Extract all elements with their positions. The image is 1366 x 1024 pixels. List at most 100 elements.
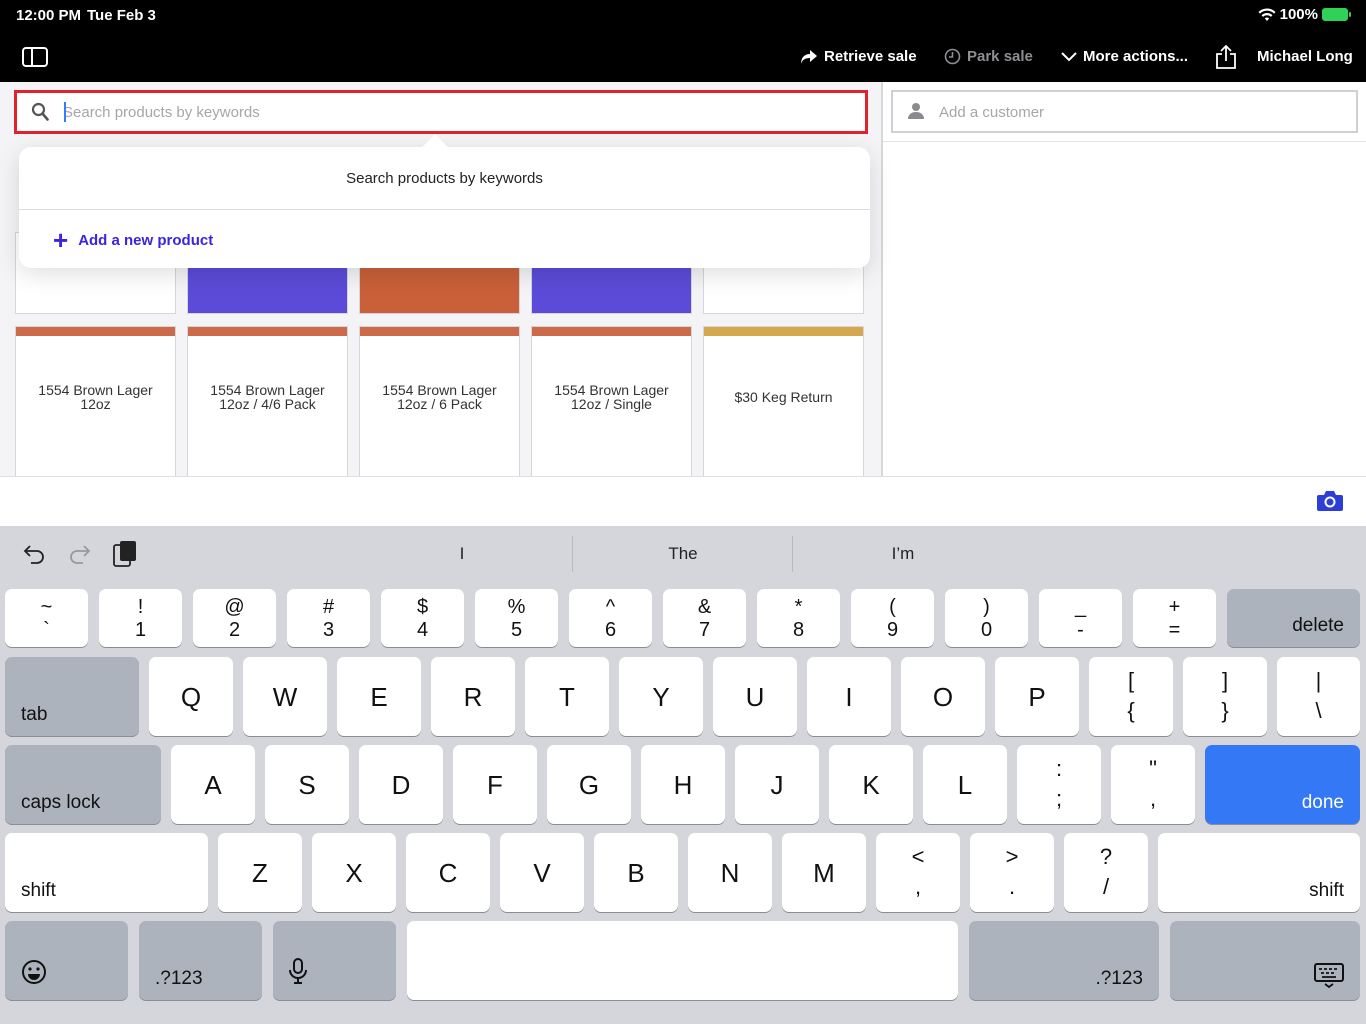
done-label: done bbox=[1301, 792, 1344, 813]
tab-key[interactable]: tab bbox=[5, 657, 139, 736]
key[interactable]: #3 bbox=[287, 589, 370, 647]
share-button[interactable] bbox=[1215, 44, 1237, 70]
key-b[interactable]: B bbox=[594, 833, 678, 912]
key-slash[interactable]: ? / bbox=[1064, 833, 1148, 912]
key-s[interactable]: S bbox=[265, 745, 349, 824]
key-o[interactable]: O bbox=[901, 657, 985, 736]
key-l[interactable]: L bbox=[923, 745, 1007, 824]
shift-right-key[interactable]: shift bbox=[1158, 833, 1360, 912]
key-shift-char: _ bbox=[1074, 596, 1087, 618]
product-tile[interactable]: 1554 Brown Lager 12oz / Single bbox=[531, 326, 692, 476]
key-char: 2 bbox=[228, 619, 241, 641]
delete-key[interactable]: delete bbox=[1227, 589, 1360, 647]
caps-lock-key[interactable]: caps lock bbox=[5, 745, 161, 824]
search-box[interactable] bbox=[14, 90, 868, 134]
undo-icon[interactable] bbox=[22, 540, 48, 566]
key[interactable]: * 8 bbox=[757, 589, 840, 647]
key-char: 6 bbox=[604, 619, 617, 641]
key-comma[interactable]: <, bbox=[876, 833, 960, 912]
key-i[interactable]: I bbox=[807, 657, 891, 736]
more-actions-button[interactable]: More actions... bbox=[1061, 48, 1188, 65]
key[interactable]: $4 bbox=[381, 589, 464, 647]
key-v[interactable]: V bbox=[500, 833, 584, 912]
key-bracket[interactable]: [{ bbox=[1089, 657, 1173, 736]
share-icon bbox=[1216, 44, 1236, 69]
key-backslash[interactable]: | \ bbox=[1277, 657, 1360, 736]
product-tile[interactable]: 1554 Brown Lager 12oz / 6 Pack bbox=[359, 326, 520, 476]
key-shift-char: ( bbox=[889, 596, 896, 618]
key-d[interactable]: D bbox=[359, 745, 443, 824]
key[interactable]: ) 0 bbox=[945, 589, 1028, 647]
key[interactable]: _ - bbox=[1039, 589, 1122, 647]
key-f[interactable]: F bbox=[453, 745, 537, 824]
key-g[interactable]: G bbox=[547, 745, 631, 824]
key-semicolon[interactable]: :; bbox=[1017, 745, 1101, 824]
camera-icon[interactable] bbox=[1316, 489, 1344, 513]
key-r[interactable]: R bbox=[431, 657, 515, 736]
park-sale-button[interactable]: Park sale bbox=[944, 48, 1033, 65]
product-tile[interactable]: $30 Keg Return bbox=[703, 326, 864, 476]
key-char: 3 bbox=[322, 619, 335, 641]
divider bbox=[883, 141, 1366, 142]
key[interactable]: % 5 bbox=[475, 589, 558, 647]
key-e[interactable]: E bbox=[337, 657, 421, 736]
key-k[interactable]: K bbox=[829, 745, 913, 824]
key-x[interactable]: X bbox=[312, 833, 396, 912]
key-z[interactable]: Z bbox=[218, 833, 302, 912]
key-bracket[interactable]: ]} bbox=[1183, 657, 1267, 736]
key-h[interactable]: H bbox=[641, 745, 725, 824]
redo-icon[interactable] bbox=[66, 540, 92, 566]
prediction-2[interactable]: The bbox=[573, 544, 793, 564]
key-char: K bbox=[862, 770, 880, 800]
numbers-key[interactable]: .?123 bbox=[139, 921, 262, 1000]
customer-box[interactable] bbox=[891, 90, 1358, 133]
emoji-key[interactable] bbox=[5, 921, 128, 1000]
product-name: 1554 Brown Lager 12oz / 6 Pack bbox=[382, 382, 497, 412]
paste-icon[interactable] bbox=[112, 540, 138, 568]
key[interactable]: (9 bbox=[851, 589, 934, 647]
key-y[interactable]: Y bbox=[619, 657, 703, 736]
key-j[interactable]: J bbox=[735, 745, 819, 824]
customer-input[interactable] bbox=[939, 101, 1319, 123]
key-m[interactable]: M bbox=[782, 833, 866, 912]
key[interactable]: ! 1 bbox=[99, 589, 182, 647]
key[interactable]: & 7 bbox=[663, 589, 746, 647]
key-char: 0 bbox=[980, 619, 993, 641]
shift-left-key[interactable]: shift bbox=[5, 833, 208, 912]
key[interactable]: ~ ` bbox=[5, 589, 88, 647]
user-menu[interactable]: Michael Long bbox=[1257, 48, 1353, 65]
key-char: - bbox=[1077, 619, 1084, 641]
sidebar-toggle-icon[interactable] bbox=[22, 47, 48, 67]
space-key[interactable] bbox=[407, 921, 958, 1000]
dismiss-keyboard-key[interactable] bbox=[1170, 921, 1360, 1000]
dictation-key[interactable] bbox=[273, 921, 396, 1000]
emoji-icon bbox=[22, 960, 46, 984]
numbers-key-right[interactable]: .?123 bbox=[969, 921, 1159, 1000]
key-p[interactable]: P bbox=[995, 657, 1079, 736]
search-input[interactable] bbox=[63, 99, 843, 125]
done-key[interactable]: done bbox=[1205, 745, 1360, 824]
key-quote[interactable]: ", bbox=[1111, 745, 1195, 824]
key-u[interactable]: U bbox=[713, 657, 797, 736]
onscreen-keyboard: I The I’m ~ ` ! 1 @2 #3 $4 % 5 ^ 6 & 7 * 8 (9 … bbox=[0, 526, 1366, 1024]
product-tile[interactable]: 1554 Brown Lager 12oz / 4/6 Pack bbox=[187, 326, 348, 476]
key-w[interactable]: W bbox=[243, 657, 327, 736]
battery-icon bbox=[1322, 8, 1351, 21]
key-n[interactable]: N bbox=[688, 833, 772, 912]
product-tile[interactable]: 1554 Brown Lager 12oz bbox=[15, 326, 176, 476]
key-c[interactable]: C bbox=[406, 833, 490, 912]
key-char: H bbox=[673, 770, 693, 800]
key-q[interactable]: Q bbox=[149, 657, 233, 736]
prediction-3[interactable]: I’m bbox=[793, 544, 1013, 564]
key-a[interactable]: A bbox=[171, 745, 255, 824]
key-period[interactable]: >. bbox=[970, 833, 1054, 912]
key[interactable]: + = bbox=[1133, 589, 1216, 647]
key-shift-char: @ bbox=[224, 596, 245, 618]
retrieve-sale-button[interactable]: Retrieve sale bbox=[800, 48, 917, 65]
key-t[interactable]: T bbox=[525, 657, 609, 736]
key-char: ] bbox=[1221, 668, 1229, 693]
key[interactable]: @2 bbox=[193, 589, 276, 647]
prediction-1[interactable]: I bbox=[352, 544, 572, 564]
add-new-product-button[interactable]: + Add a new product bbox=[53, 227, 213, 253]
key[interactable]: ^ 6 bbox=[569, 589, 652, 647]
